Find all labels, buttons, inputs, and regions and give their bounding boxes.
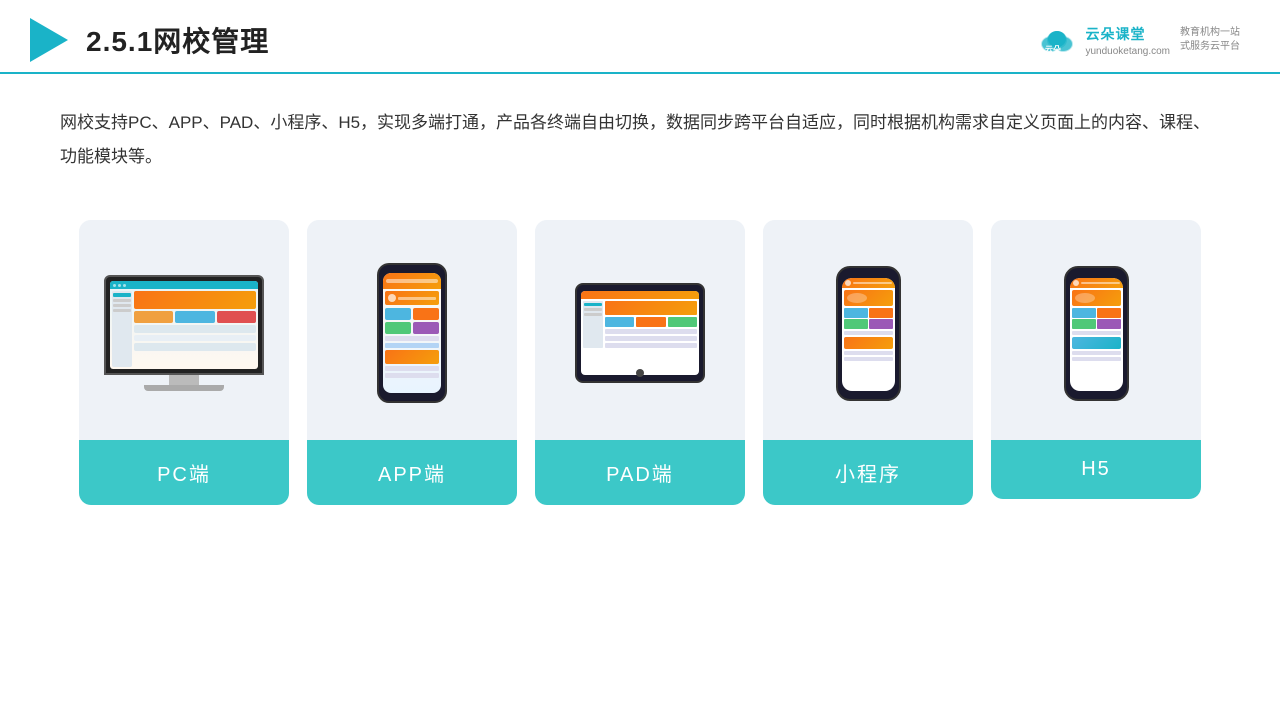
pc-dot bbox=[113, 284, 116, 287]
tablet-row bbox=[605, 336, 697, 341]
card-miniprogram-label: 小程序 bbox=[763, 440, 973, 505]
page: 2.5.1网校管理 云朵 云朵课堂 yunduoketang.com bbox=[0, 0, 1280, 720]
cloud-logo-group: 云朵 云朵课堂 yunduoketang.com 教育机构一站式服务云平台 bbox=[1035, 24, 1240, 57]
tablet-row bbox=[605, 343, 697, 348]
logo-triangle-icon bbox=[30, 18, 68, 62]
pc-mockup bbox=[104, 275, 264, 391]
tablet-row bbox=[605, 329, 697, 334]
card-pad-image bbox=[535, 220, 745, 440]
pc-row bbox=[134, 343, 256, 351]
title-number: 2.5.1 bbox=[86, 26, 153, 57]
pc-stand bbox=[169, 375, 199, 385]
phone-notch bbox=[400, 265, 424, 271]
brand-url: yunduoketang.com bbox=[1085, 46, 1170, 57]
pc-row2 bbox=[134, 335, 256, 341]
phone-mini-notch bbox=[858, 268, 878, 273]
miniprogram-phone-mockup bbox=[836, 266, 901, 401]
pc-screen-content bbox=[110, 281, 258, 369]
card-pc: PC端 bbox=[79, 220, 289, 505]
cards-container: PC端 bbox=[0, 190, 1280, 720]
svg-text:云朵: 云朵 bbox=[1045, 44, 1061, 54]
tablet-screen bbox=[581, 291, 699, 375]
tablet-body bbox=[581, 299, 699, 350]
card-pc-label: PC端 bbox=[79, 440, 289, 505]
h5-phone-mini-notch bbox=[1086, 268, 1106, 273]
pc-screen-inner bbox=[110, 281, 258, 369]
card-pad-label: PAD端 bbox=[535, 440, 745, 505]
miniprogram-phone-screen bbox=[842, 278, 895, 391]
phone-screen-body bbox=[383, 289, 441, 380]
tablet-home-btn bbox=[636, 369, 644, 377]
pc-screen-outer bbox=[104, 275, 264, 375]
phone-row-blue bbox=[385, 343, 439, 348]
pc-main bbox=[134, 291, 256, 367]
description-text: 网校支持PC、APP、PAD、小程序、H5，实现多端打通，产品各终端自由切换，数… bbox=[0, 74, 1280, 190]
card-pad: PAD端 bbox=[535, 220, 745, 505]
card-app: APP端 bbox=[307, 220, 517, 505]
card-h5-label: H5 bbox=[991, 440, 1201, 499]
tablet-main bbox=[605, 301, 697, 348]
brand-logo: 云朵 云朵课堂 yunduoketang.com 教育机构一站式服务云平台 bbox=[1035, 24, 1240, 57]
card-miniprogram: 小程序 bbox=[763, 220, 973, 505]
phone-screen-top bbox=[383, 273, 441, 289]
header-left: 2.5.1网校管理 bbox=[30, 18, 269, 62]
card-app-image bbox=[307, 220, 517, 440]
pc-base bbox=[144, 385, 224, 391]
card-h5: H5 bbox=[991, 220, 1201, 499]
tablet-rows bbox=[605, 329, 697, 348]
page-title: 2.5.1网校管理 bbox=[86, 20, 269, 60]
app-phone-mockup bbox=[377, 263, 447, 403]
pc-row bbox=[134, 325, 256, 333]
card-app-label: APP端 bbox=[307, 440, 517, 505]
pc-dot bbox=[118, 284, 121, 287]
pc-banner bbox=[134, 291, 256, 309]
card-pc-image bbox=[79, 220, 289, 440]
card-h5-image bbox=[991, 220, 1201, 440]
tablet-sidebar bbox=[583, 301, 603, 348]
cloud-icon: 云朵 bbox=[1035, 26, 1079, 54]
card-miniprogram-image bbox=[763, 220, 973, 440]
title-text: 网校管理 bbox=[153, 26, 269, 57]
pc-dot bbox=[123, 284, 126, 287]
phone-row bbox=[385, 336, 439, 341]
h5-phone-mockup bbox=[1064, 266, 1129, 401]
tablet-banner bbox=[605, 301, 697, 315]
tablet-topbar bbox=[581, 291, 699, 299]
pc-topbar bbox=[110, 281, 258, 289]
header: 2.5.1网校管理 云朵 云朵课堂 yunduoketang.com bbox=[0, 0, 1280, 74]
pc-body bbox=[110, 289, 258, 369]
h5-phone-screen bbox=[1070, 278, 1123, 391]
brand-slogan: 教育机构一站式服务云平台 bbox=[1180, 26, 1240, 54]
pc-sidebar bbox=[112, 291, 132, 367]
tablet-mockup bbox=[575, 283, 705, 383]
app-phone-screen bbox=[383, 273, 441, 393]
brand-name: 云朵课堂 bbox=[1085, 24, 1170, 44]
